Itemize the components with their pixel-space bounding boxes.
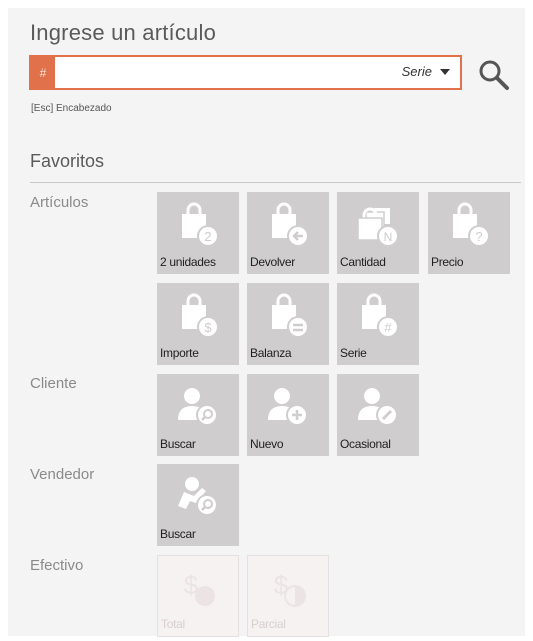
tile-serie[interactable]: # Serie xyxy=(337,283,419,365)
group-label-cliente: Cliente xyxy=(30,375,77,392)
search-mode-value: Serie xyxy=(401,64,432,79)
tile-cliente-nuevo[interactable]: Nuevo xyxy=(247,374,329,456)
tile-label: Balanza xyxy=(250,346,292,360)
user-edit-icon xyxy=(358,388,398,426)
bag-scale-icon xyxy=(272,293,309,338)
tile-balanza[interactable]: Balanza xyxy=(247,283,329,365)
tile-label: Devolver xyxy=(250,255,295,269)
group-label-vendedor: Vendedor xyxy=(30,466,95,483)
tile-devolver[interactable]: Devolver xyxy=(247,192,329,274)
tile-efectivo-total: $ Total xyxy=(157,555,239,637)
svg-text:N: N xyxy=(384,230,393,244)
search-mode-dropdown[interactable]: Serie xyxy=(402,64,450,79)
tile-label: Cantidad xyxy=(340,255,386,269)
favorites-title: Favoritos xyxy=(30,151,105,171)
tile-label: Importe xyxy=(160,346,199,360)
tile-label: Parcial xyxy=(251,617,286,631)
bag-question-icon: ? xyxy=(453,202,490,247)
tile-label: Ocasional xyxy=(340,437,391,451)
tile-precio[interactable]: ? Precio xyxy=(428,192,510,274)
page-title: Ingrese un artículo xyxy=(30,20,217,45)
user-add-icon xyxy=(268,388,308,426)
tile-importe[interactable]: $ Importe xyxy=(157,283,239,365)
tile-label: Total xyxy=(161,617,185,631)
bag-2-icon: 2 xyxy=(182,202,219,247)
tile-label: Buscar xyxy=(160,527,196,541)
tile-label: Precio xyxy=(431,255,464,269)
tile-2-unidades[interactable]: 2 2 unidades xyxy=(157,192,239,274)
seller-search-icon xyxy=(178,477,218,516)
bag-dollar-icon: $ xyxy=(182,293,219,338)
tile-cliente-buscar[interactable]: Buscar xyxy=(157,374,239,456)
bag-return-icon xyxy=(272,202,309,247)
hash-prefix: # xyxy=(31,57,55,88)
article-search-box[interactable]: # Serie xyxy=(29,55,462,90)
svg-text:$: $ xyxy=(204,320,212,335)
search-icon xyxy=(479,60,509,90)
svg-text:$: $ xyxy=(274,570,289,600)
cash-total-icon: $ xyxy=(184,570,215,606)
tile-label: Buscar xyxy=(160,437,196,451)
tile-label: Serie xyxy=(340,346,367,360)
tile-vendedor-buscar[interactable]: Buscar xyxy=(157,464,239,546)
article-search-input[interactable] xyxy=(59,61,393,86)
tile-label: 2 unidades xyxy=(160,255,216,269)
bag-hash-icon: # xyxy=(362,293,399,338)
divider xyxy=(30,182,521,183)
chevron-down-icon xyxy=(440,68,450,75)
search-button[interactable] xyxy=(477,58,511,92)
escape-hint: [Esc] Encabezado xyxy=(31,103,112,114)
tile-efectivo-parcial: $ Parcial xyxy=(247,555,329,637)
cash-partial-icon: $ xyxy=(274,570,306,607)
bags-n-icon: N xyxy=(357,207,399,247)
tile-cliente-ocasional[interactable]: Ocasional xyxy=(337,374,419,456)
group-label-efectivo: Efectivo xyxy=(30,557,84,574)
svg-text:?: ? xyxy=(475,229,482,244)
group-label-articulos: Artículos xyxy=(30,194,89,211)
user-search-icon xyxy=(178,388,218,426)
tile-label: Nuevo xyxy=(250,437,284,451)
svg-text:#: # xyxy=(384,320,392,335)
svg-text:2: 2 xyxy=(204,229,211,244)
tile-cantidad[interactable]: N Cantidad xyxy=(337,192,419,274)
